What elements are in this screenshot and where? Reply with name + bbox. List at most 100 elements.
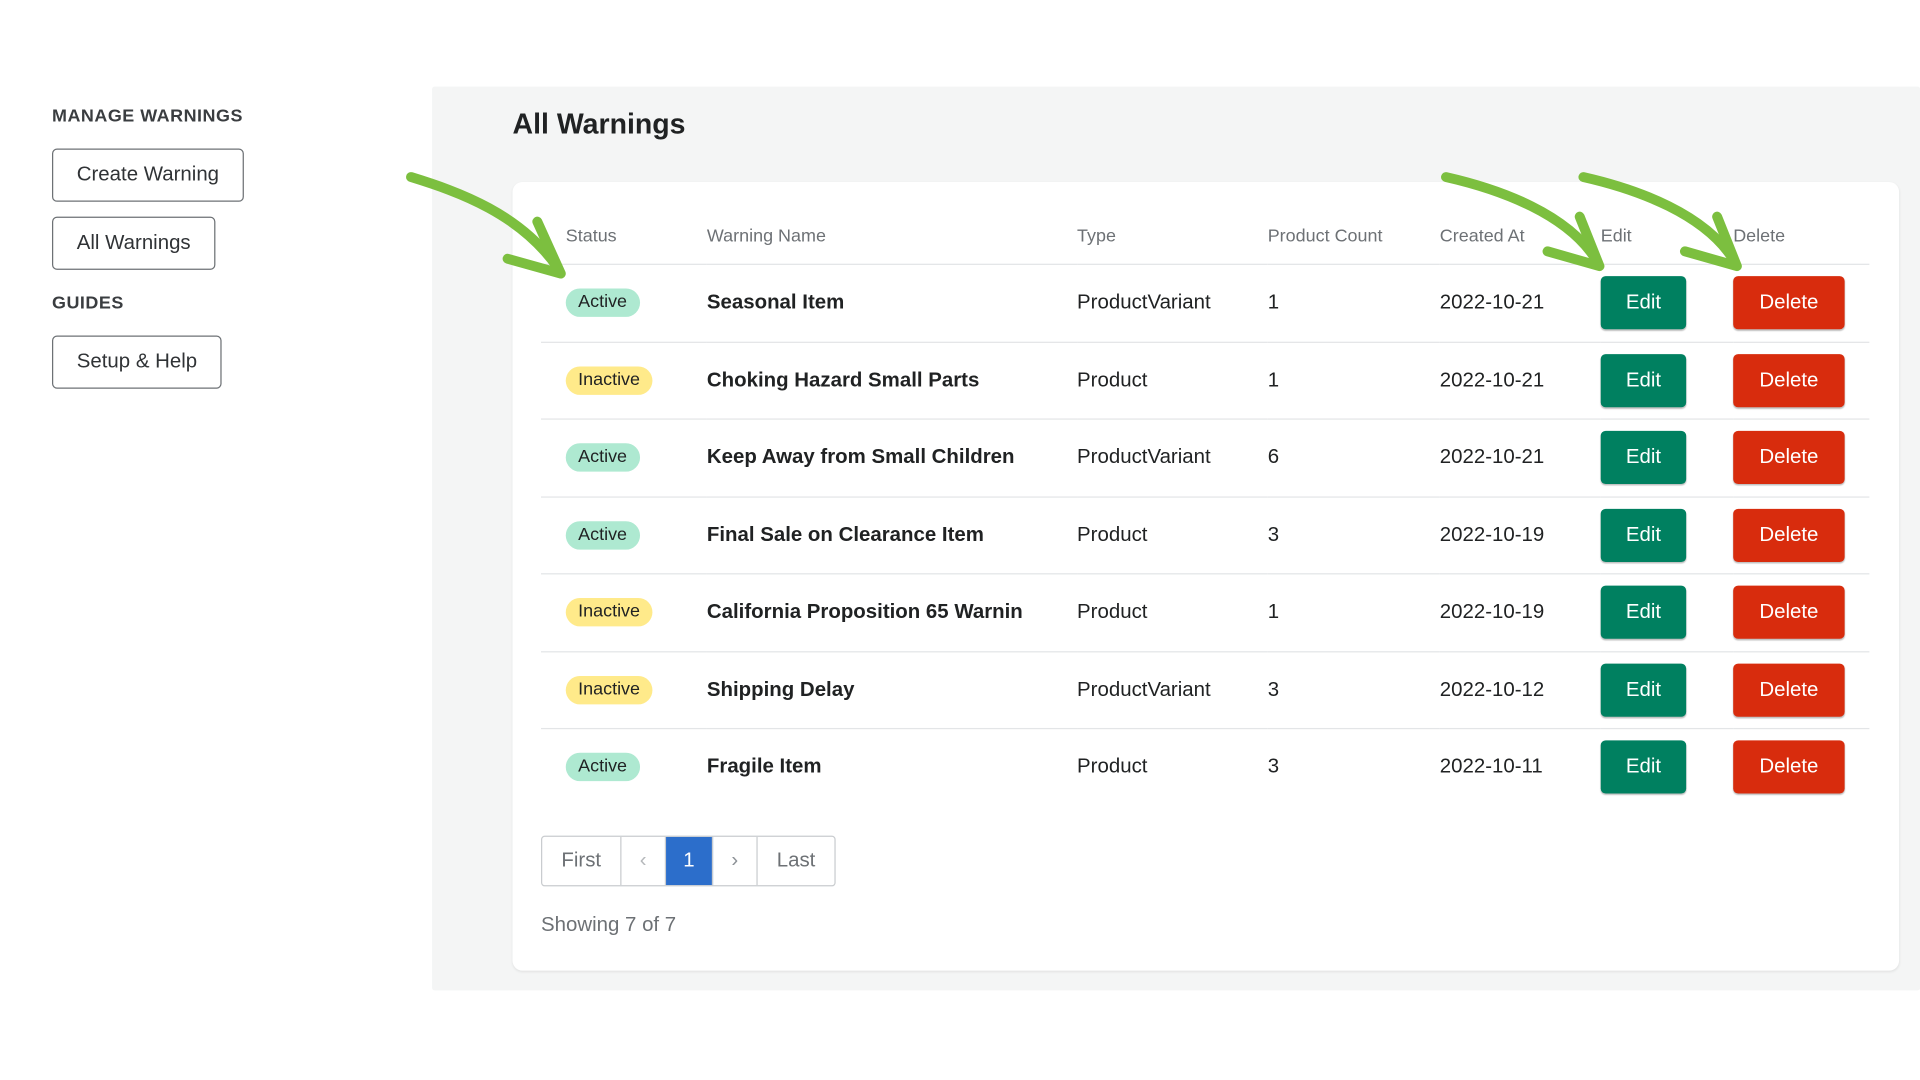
- type-cell: ProductVariant: [1077, 419, 1268, 498]
- warning-name-cell: Choking Hazard Small Parts: [706, 341, 1078, 420]
- header-warning-name: Warning Name: [706, 209, 1078, 265]
- created-at-cell: 2022-10-11: [1439, 755, 1543, 778]
- delete-button[interactable]: Delete: [1733, 663, 1845, 717]
- product-count-cell: 6: [1267, 419, 1440, 498]
- status-badge: Active: [565, 753, 640, 782]
- warning-name-cell: Keep Away from Small Children: [706, 419, 1078, 498]
- table-body: Active Seasonal Item ProductVariant 1 2022-1…: [541, 264, 1870, 806]
- status-badge: Inactive: [565, 366, 653, 395]
- showing-count: Showing 7 of 7: [541, 913, 677, 936]
- arrow-delete-annotation: [1578, 172, 1742, 272]
- edit-cell: Edit: [1600, 264, 1734, 343]
- status-badge: Active: [565, 288, 640, 318]
- table-row: Active Fragile Item Product 3 2022-10-11 Edit…: [541, 729, 1869, 806]
- status-cell: Inactive: [541, 341, 707, 420]
- delete-cell: Delete: [1733, 496, 1870, 575]
- warning-name-cell: Shipping Delay: [706, 651, 1078, 730]
- edit-button[interactable]: Edit: [1600, 663, 1687, 717]
- type-cell: ProductVariant: [1077, 264, 1268, 343]
- table-row: Inactive California Proposition 65 Warnin…: [541, 573, 1870, 652]
- delete-button[interactable]: Delete: [1733, 740, 1845, 794]
- product-count-cell: 3: [1267, 755, 1280, 778]
- warnings-card: Status Warning Name Type Product Count C…: [512, 181, 1900, 971]
- status-cell: Inactive: [541, 573, 707, 652]
- edit-button[interactable]: Edit: [1600, 353, 1687, 407]
- edit-cell: Edit: [1600, 729, 1733, 806]
- warning-name-cell: Fragile Item: [706, 755, 822, 778]
- status-cell: Active: [541, 419, 707, 498]
- table-row: Active Keep Away from Small Children Produ…: [541, 419, 1870, 498]
- delete-cell: Delete: [1733, 573, 1870, 652]
- warnings-table: Status Warning Name Type Product Count C…: [541, 209, 1870, 806]
- created-at-cell: 2022-10-21: [1439, 264, 1601, 343]
- table-row: Inactive Shipping Delay ProductVariant 3 202…: [541, 651, 1870, 730]
- pagination-first-button[interactable]: First: [542, 836, 622, 886]
- type-cell: Product: [1077, 755, 1148, 778]
- edit-button[interactable]: Edit: [1600, 508, 1687, 562]
- page-title: All Warnings: [512, 107, 686, 140]
- product-count-cell: 3: [1267, 651, 1440, 730]
- edit-cell: Edit: [1600, 496, 1734, 575]
- table-row: Active Seasonal Item ProductVariant 1 2022-1…: [541, 264, 1870, 343]
- status-badge: Active: [565, 443, 640, 472]
- sidebar: MANAGE WARNINGS Create Warning All Warni…: [51, 104, 362, 389]
- warning-name-cell: California Proposition 65 Warnin: [706, 573, 1078, 652]
- delete-button[interactable]: Delete: [1733, 353, 1845, 407]
- edit-cell: Edit: [1600, 419, 1734, 498]
- table-row: Inactive Choking Hazard Small Parts Produc…: [541, 341, 1870, 420]
- header-product-count: Product Count: [1267, 209, 1440, 265]
- delete-button[interactable]: Delete: [1733, 585, 1845, 640]
- pagination-prev-button[interactable]: ‹: [621, 836, 667, 886]
- status-cell: Inactive: [541, 651, 707, 730]
- delete-cell: Delete: [1733, 264, 1870, 343]
- edit-cell: Edit: [1600, 341, 1734, 420]
- delete-button[interactable]: Delete: [1733, 276, 1845, 330]
- pagination: First ‹ 1 › Last: [541, 835, 836, 887]
- delete-button[interactable]: Delete: [1733, 508, 1845, 562]
- guides-heading: GUIDES: [51, 293, 124, 314]
- status-cell: Active: [541, 729, 707, 806]
- create-warning-button[interactable]: Create Warning: [51, 148, 244, 202]
- product-count-cell: 1: [1267, 573, 1440, 652]
- setup-help-button[interactable]: Setup & Help: [51, 335, 222, 389]
- delete-cell: Delete: [1733, 651, 1870, 730]
- status-badge: Inactive: [565, 675, 653, 705]
- app-stage: MANAGE WARNINGS Create Warning All Warni…: [0, 0, 1920, 1080]
- edit-button[interactable]: Edit: [1600, 585, 1687, 640]
- created-at-cell: 2022-10-12: [1439, 651, 1601, 730]
- manage-warnings-heading: MANAGE WARNINGS: [51, 106, 243, 127]
- created-at-cell: 2022-10-21: [1439, 341, 1601, 420]
- all-warnings-button[interactable]: All Warnings: [51, 216, 216, 270]
- status-badge: Active: [565, 520, 640, 550]
- created-at-cell: 2022-10-19: [1439, 496, 1601, 575]
- status-badge: Inactive: [565, 598, 653, 627]
- table-row: Active Final Sale on Clearance Item Produc…: [541, 496, 1870, 575]
- type-cell: Product: [1077, 341, 1268, 420]
- pagination-current-page[interactable]: 1: [666, 836, 714, 886]
- delete-cell: Delete: [1733, 729, 1869, 806]
- pagination-next-button[interactable]: ›: [713, 836, 758, 886]
- status-cell: Active: [541, 496, 707, 575]
- edit-button[interactable]: Edit: [1600, 431, 1687, 485]
- product-count-cell: 3: [1267, 496, 1440, 575]
- delete-button[interactable]: Delete: [1733, 431, 1845, 485]
- product-count-cell: 1: [1267, 341, 1440, 420]
- header-delete: Delete: [1733, 209, 1870, 265]
- delete-cell: Delete: [1733, 419, 1870, 498]
- product-count-cell: 1: [1267, 264, 1440, 343]
- arrow-status-annotation: [406, 172, 566, 279]
- warning-name-cell: Seasonal Item: [706, 264, 1078, 343]
- edit-button[interactable]: Edit: [1600, 740, 1687, 794]
- type-cell: ProductVariant: [1077, 651, 1268, 730]
- pagination-last-button[interactable]: Last: [758, 837, 835, 885]
- warning-name-cell: Final Sale on Clearance Item: [706, 496, 1078, 575]
- created-at-cell: 2022-10-19: [1439, 573, 1601, 652]
- created-at-cell: 2022-10-21: [1439, 419, 1601, 498]
- edit-cell: Edit: [1600, 573, 1734, 652]
- edit-cell: Edit: [1600, 651, 1734, 730]
- type-cell: Product: [1077, 496, 1268, 575]
- header-type: Type: [1077, 209, 1268, 265]
- type-cell: Product: [1077, 573, 1268, 652]
- delete-cell: Delete: [1733, 341, 1870, 420]
- edit-button[interactable]: Edit: [1600, 276, 1687, 330]
